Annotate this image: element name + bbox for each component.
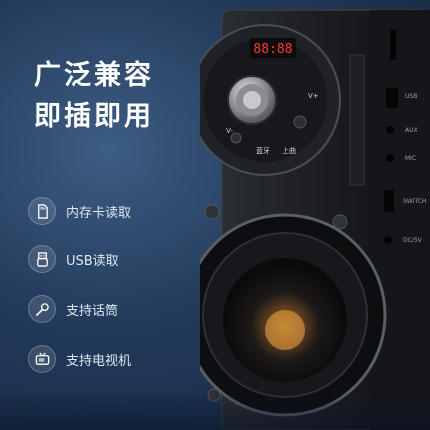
side-label-aux: AUX: [405, 127, 418, 134]
knob-label-right: V+: [308, 92, 319, 100]
usb-icon: [28, 245, 56, 273]
side-label-switch: SWITCH: [403, 198, 427, 205]
memory-card-icon: [28, 197, 56, 225]
knob-label-power: 蓝牙: [256, 146, 270, 155]
microphone-icon: [28, 295, 56, 323]
floor-shadow: [0, 390, 430, 430]
speaker-product-image: 88:88 V+ V- 蓝牙 上曲 USB AUX MIC SWITCH DC/…: [200, 0, 430, 430]
feature-label: 支持话筒: [66, 303, 119, 319]
feature-microphone: 支持话筒: [28, 294, 118, 324]
tv-icon: [28, 345, 56, 373]
feature-label: 内存卡读取: [66, 205, 132, 221]
speaker-illustration: 88:88 V+ V- 蓝牙 上曲 USB AUX MIC SWITCH DC/…: [200, 9, 430, 430]
feature-tv: 支持电视机: [28, 344, 131, 374]
side-label-dc: DC/5V: [403, 237, 423, 244]
knob-label-left: V-: [226, 127, 233, 135]
side-label-mic: MIC: [405, 155, 416, 162]
side-label-usb: USB: [405, 93, 417, 100]
headline-line-1: 广泛兼容: [34, 60, 154, 91]
feature-usb: USB读取: [28, 244, 119, 274]
speaker-display: 88:88: [253, 42, 292, 57]
feature-label: USB读取: [66, 253, 119, 269]
knob-label-mode: 上曲: [282, 146, 296, 155]
headline-line-2: 即插即用: [34, 101, 154, 132]
feature-memory-card: 内存卡读取: [28, 196, 131, 226]
feature-label: 支持电视机: [66, 353, 132, 369]
